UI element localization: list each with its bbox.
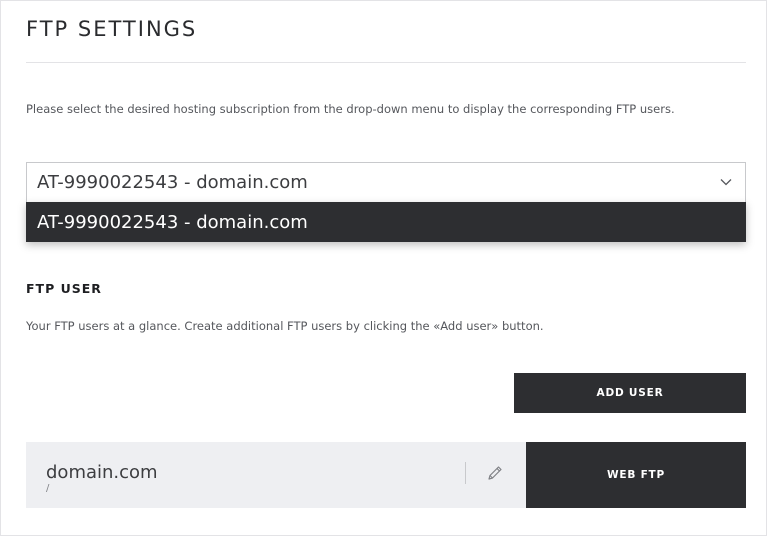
chevron-down-icon	[720, 179, 732, 186]
title-divider	[26, 62, 746, 63]
card-separator	[465, 462, 466, 484]
subscription-select[interactable]: AT-9990022543 - domain.com	[26, 162, 746, 203]
add-user-button[interactable]: ADD USER	[514, 373, 746, 413]
ftp-user-path: /	[46, 483, 50, 494]
ftp-settings-panel: FTP SETTINGS Please select the desired h…	[0, 0, 767, 536]
web-ftp-button[interactable]: WEB FTP	[526, 442, 746, 508]
pencil-icon[interactable]	[486, 464, 504, 482]
ftp-user-name: domain.com	[46, 462, 158, 483]
ftp-user-description: Your FTP users at a glance. Create addit…	[26, 319, 544, 333]
ftp-user-heading: FTP USER	[26, 281, 102, 296]
subscription-dropdown-list: AT-9990022543 - domain.com	[26, 202, 746, 242]
subscription-option[interactable]: AT-9990022543 - domain.com	[26, 202, 746, 242]
subscription-select-value: AT-9990022543 - domain.com	[37, 172, 308, 193]
ftp-user-row: domain.com / WEB FTP	[26, 442, 746, 508]
ftp-user-card: domain.com /	[26, 442, 526, 508]
page-title: FTP SETTINGS	[26, 17, 198, 41]
intro-text: Please select the desired hosting subscr…	[26, 102, 675, 116]
